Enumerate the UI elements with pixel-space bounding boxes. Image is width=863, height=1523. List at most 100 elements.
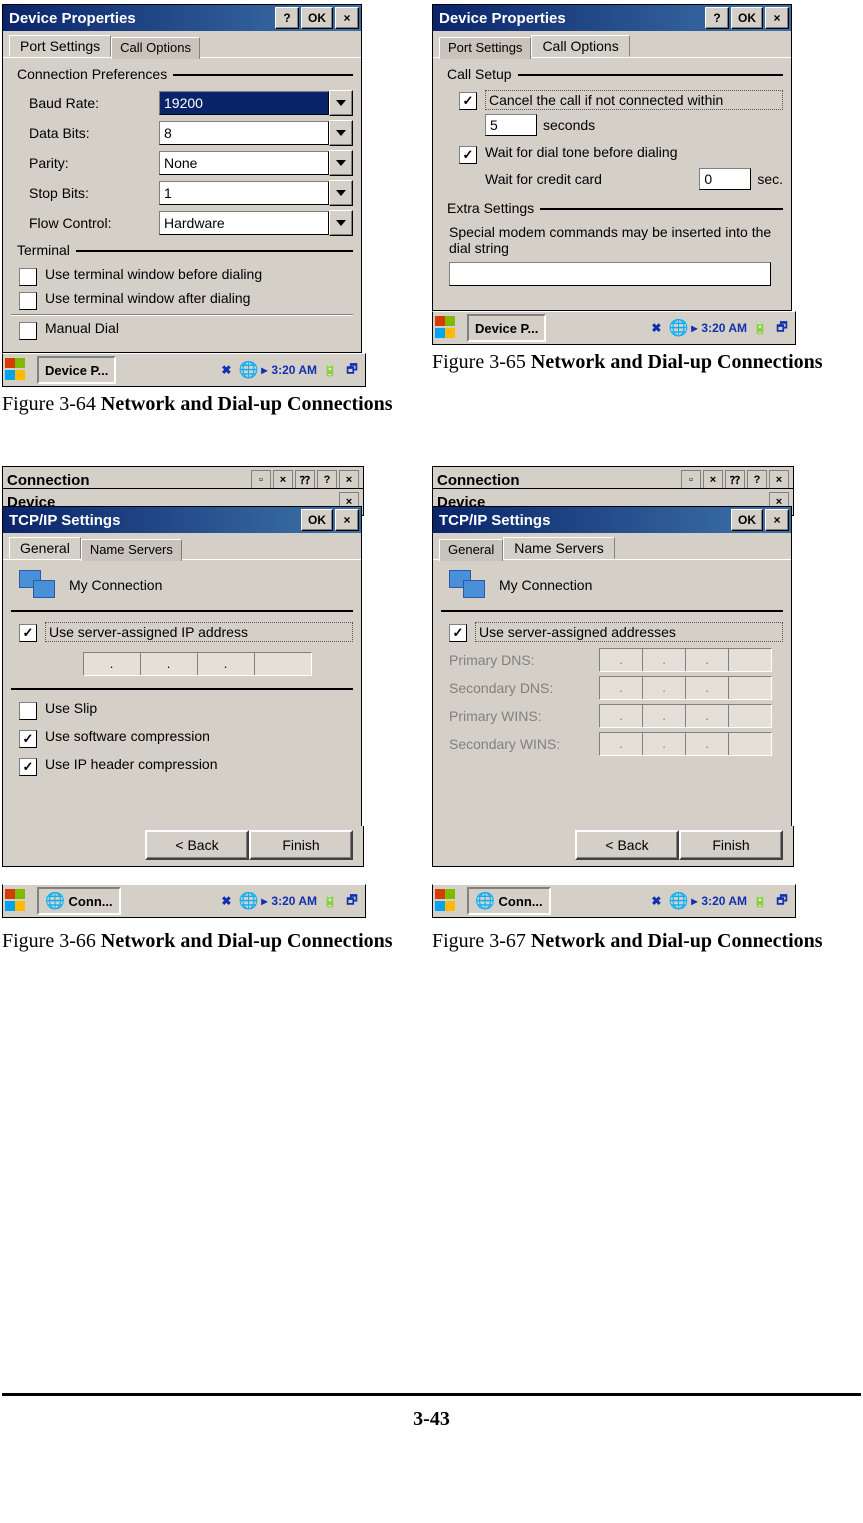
window-title: Device Properties [435,10,703,27]
close-button[interactable]: × [765,7,789,29]
tray-icon[interactable]: 🔋 [751,319,769,337]
close-button[interactable]: × [335,509,359,531]
chevron-down-icon[interactable] [329,180,353,206]
tray-arrow-icon: ▸ [261,894,267,908]
extra-settings-text: Special modem commands may be inserted i… [449,224,775,256]
back-button[interactable]: < Back [145,830,249,860]
connection-icon [449,570,489,600]
back-button[interactable]: < Back [575,830,679,860]
ok-button[interactable]: OK [731,509,763,531]
help-button[interactable]: ? [747,470,767,490]
seconds-input[interactable]: 5 [485,114,537,136]
tray-icon[interactable]: 🗗 [343,361,361,379]
mini-icon: ▫ [251,470,271,490]
checkbox-cancel-call[interactable] [459,92,477,110]
tray-icon[interactable]: 🔋 [751,892,769,910]
tcpip-settings-window: TCP/IP Settings OK × General Name Server… [432,506,792,835]
checkbox-ip-header-compression-label: Use IP header compression [45,756,353,772]
ok-button[interactable]: OK [731,7,763,29]
network-icon[interactable]: 🌐 [669,892,687,910]
network-icon[interactable]: 🌐 [239,892,257,910]
connection-icon [19,570,59,600]
help-button[interactable]: ? [275,7,299,29]
checkbox-before-dialing[interactable] [19,268,37,286]
checkbox-server-ip-label: Use server-assigned IP address [45,622,353,642]
taskbar: 🌐 Conn... ✖ 🌐 ▸ 3:20 AM 🔋 🗗 [2,884,366,918]
checkbox-software-compression[interactable] [19,730,37,748]
tab-name-servers[interactable]: Name Servers [81,539,182,561]
task-button[interactable]: Device P... [467,314,546,342]
taskbar: 🌐 Conn... ✖ 🌐 ▸ 3:20 AM 🔋 🗗 [432,884,796,918]
globe-icon: 🌐 [475,891,495,911]
baud-rate-combo[interactable]: 19200 [159,90,353,116]
checkbox-ip-header-compression[interactable] [19,758,37,776]
parity-combo[interactable]: None [159,150,353,176]
start-button[interactable] [435,889,463,913]
tray-icon[interactable]: 🗗 [773,319,791,337]
start-button[interactable] [435,316,463,340]
chevron-down-icon[interactable] [329,210,353,236]
close-button[interactable]: × [769,470,789,490]
tab-call-options[interactable]: Call Options [111,37,200,59]
checkbox-wait-dialtone[interactable] [459,146,477,164]
start-button[interactable] [5,889,33,913]
taskbar: Device P... ✖ 🌐 ▸ 3:20 AM 🔋 🗗 [432,311,796,345]
help-button[interactable]: ? [317,470,337,490]
finish-button[interactable]: Finish [249,830,353,860]
credit-card-input[interactable]: 0 [699,168,751,190]
figure-caption: Figure 3-64 Network and Dial-up Connecti… [2,393,402,416]
checkbox-after-dialing-label: Use terminal window after dialing [45,290,353,306]
checkbox-manual-dial[interactable] [19,322,37,340]
tray-icon[interactable]: ✖ [647,892,665,910]
baud-rate-value: 19200 [159,91,329,115]
finish-button[interactable]: Finish [679,830,783,860]
task-button[interactable]: Device P... [37,356,116,384]
tab-general[interactable]: General [439,539,503,561]
credit-card-label: Wait for credit card [485,171,693,187]
checkbox-server-addresses[interactable] [449,624,467,642]
close-button[interactable]: × [765,509,789,531]
start-button[interactable] [5,358,33,382]
tab-call-options[interactable]: Call Options [531,35,629,57]
tray-icon[interactable]: 🔋 [321,361,339,379]
tab-general[interactable]: General [9,537,81,559]
flow-control-combo[interactable]: Hardware [159,210,353,236]
tray-icon[interactable]: ✖ [217,361,235,379]
ip-address-input[interactable]: ... [83,652,312,676]
tray-icon[interactable]: 🔋 [321,892,339,910]
data-bits-combo[interactable]: 8 [159,120,353,146]
ok-button[interactable]: OK [301,509,333,531]
globe-icon: 🌐 [45,891,65,911]
task-button[interactable]: 🌐 Conn... [37,887,121,915]
chevron-down-icon[interactable] [329,90,353,116]
checkbox-after-dialing[interactable] [19,292,37,310]
extra-settings-input[interactable] [449,262,771,286]
tray-icon[interactable]: ✖ [647,319,665,337]
close-button[interactable]: × [339,470,359,490]
page-number: 3-43 [413,1408,450,1430]
tray-icon[interactable]: 🗗 [343,892,361,910]
checkbox-use-slip[interactable] [19,702,37,720]
network-icon[interactable]: 🌐 [669,319,687,337]
chevron-down-icon[interactable] [329,150,353,176]
ok-button[interactable]: OK [301,7,333,29]
help-button[interactable]: ? [705,7,729,29]
chevron-down-icon[interactable] [329,120,353,146]
tray-arrow-icon: ▸ [691,894,697,908]
primary-dns-input: ... [599,648,772,672]
tray-icon[interactable]: ✖ [217,892,235,910]
secondary-wins-input: ... [599,732,772,756]
network-icon[interactable]: 🌐 [239,361,257,379]
checkbox-server-ip[interactable] [19,624,37,642]
close-button[interactable]: × [335,7,359,29]
titlebar: TCP/IP Settings OK × [3,507,361,533]
figure-caption: Figure 3-65 Network and Dial-up Connecti… [432,351,832,374]
tray-icon[interactable]: 🗗 [773,892,791,910]
stop-bits-combo[interactable]: 1 [159,180,353,206]
task-button[interactable]: 🌐 Conn... [467,887,551,915]
tab-name-servers[interactable]: Name Servers [503,537,614,559]
window-title: Device Properties [5,10,273,27]
tab-port-settings[interactable]: Port Settings [9,35,111,57]
tab-port-settings[interactable]: Port Settings [439,37,531,59]
device-properties-window-port: Device Properties ? OK × Port Settings C… [2,4,362,353]
